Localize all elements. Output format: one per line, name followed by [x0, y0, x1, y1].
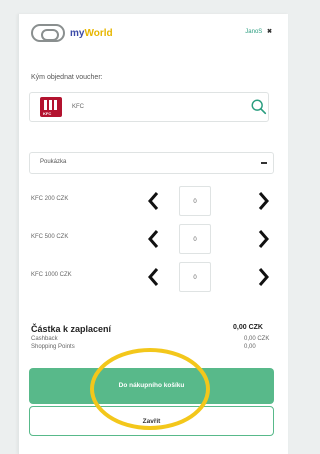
chevron-left-icon[interactable]	[146, 266, 162, 288]
quantity-field[interactable]: 0	[179, 186, 211, 216]
close-icon[interactable]: ✖	[267, 29, 272, 35]
voucher-label: KFC 200 CZK	[31, 196, 69, 202]
cashback-value: 0,00 CZK	[244, 336, 270, 342]
chevron-left-icon[interactable]	[146, 190, 162, 212]
search-icon[interactable]	[250, 98, 268, 116]
summary-title: Částka k zaplacení	[31, 324, 112, 334]
shopping-points-value: 0,00	[244, 344, 256, 350]
myworld-logo-mark	[31, 24, 65, 42]
voucher-type-select[interactable]: Poukázka	[29, 152, 274, 174]
chevron-right-icon[interactable]	[255, 190, 271, 212]
chevron-right-icon[interactable]	[255, 228, 271, 250]
chevron-down-icon	[261, 162, 267, 164]
logo-my: my	[70, 27, 85, 39]
voucher-row: KFC 500 CZK 0	[19, 224, 289, 254]
chevron-right-icon[interactable]	[255, 266, 271, 288]
logo-text: myWorld	[70, 28, 113, 39]
panel-header: myWorld JanoS ✖	[19, 14, 288, 54]
cashback-label: Cashback	[31, 336, 58, 342]
kfc-logo-text: KFC	[43, 111, 52, 116]
shop-label: Kým objednat voucher:	[31, 74, 103, 81]
shopping-points-label: Shopping Points	[31, 344, 75, 350]
quantity-field[interactable]: 0	[179, 224, 211, 254]
voucher-label: KFC 500 CZK	[31, 234, 69, 240]
shop-search-field[interactable]: KFC KFC	[29, 92, 269, 122]
voucher-row: KFC 1000 CZK 0	[19, 262, 289, 292]
summary-amount: 0,00 CZK	[233, 324, 263, 331]
shop-value: KFC	[72, 104, 84, 110]
highlight-circle	[90, 348, 210, 430]
voucher-label: KFC 1000 CZK	[31, 272, 72, 278]
logo-world: World	[84, 27, 113, 39]
header-right: JanoS ✖	[245, 28, 272, 35]
user-link[interactable]: JanoS	[245, 29, 262, 35]
myworld-logo: myWorld	[31, 24, 113, 42]
quantity-field[interactable]: 0	[179, 262, 211, 292]
chevron-left-icon[interactable]	[146, 228, 162, 250]
select-value: Poukázka	[40, 159, 67, 165]
kfc-logo: KFC	[40, 97, 62, 117]
voucher-row: KFC 200 CZK 0	[19, 186, 289, 216]
